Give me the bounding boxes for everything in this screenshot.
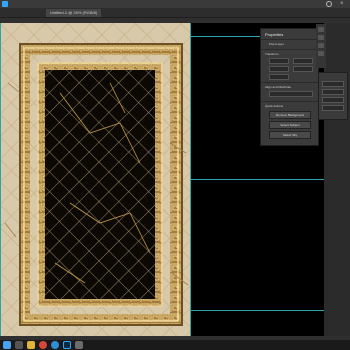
document-tab-label: Untitled-1 @ 25% (RGB/8) (50, 10, 98, 15)
panel-divider (261, 49, 318, 50)
search-icon[interactable] (15, 341, 23, 349)
chrome-icon[interactable] (39, 341, 47, 349)
panel-divider (261, 39, 318, 40)
angle-field[interactable] (269, 74, 289, 80)
remove-background-label: Remove Background (275, 113, 304, 117)
brush-tool-icon[interactable] (318, 35, 324, 40)
select-sky-button[interactable]: Select Sky (269, 131, 311, 139)
height-field[interactable] (293, 58, 313, 64)
paragraph-hyphenate-field[interactable] (322, 105, 344, 111)
windows-start-icon[interactable] (3, 341, 11, 349)
select-sky-label: Select Sky (282, 133, 298, 137)
panel-divider (261, 82, 318, 83)
paragraph-panel (318, 72, 348, 120)
application-menu-bar: × (0, 0, 350, 8)
paragraph-indent-field[interactable] (322, 89, 344, 95)
store-icon[interactable] (75, 341, 83, 349)
select-subject-button[interactable]: Select Subject (269, 121, 311, 129)
properties-panel-title: Properties (265, 32, 284, 37)
file-explorer-icon[interactable] (27, 341, 35, 349)
edge-icon[interactable] (51, 341, 59, 349)
guide-vertical-1[interactable] (0, 23, 1, 336)
width-field[interactable] (269, 58, 289, 64)
transform-section-title: Transform (265, 52, 279, 56)
align-buttons-row[interactable] (269, 91, 313, 97)
close-icon[interactable]: × (340, 1, 346, 7)
panel-toolbar (316, 24, 326, 68)
quick-actions-section-title: Quick Actions (265, 104, 284, 108)
rug-artwork (0, 23, 190, 336)
chevron-down-icon[interactable] (318, 51, 324, 56)
y-position-field[interactable] (293, 66, 313, 72)
move-tool-icon[interactable] (318, 27, 324, 32)
search-icon[interactable] (326, 1, 332, 7)
photoshop-icon[interactable] (63, 341, 71, 349)
select-subject-label: Select Subject (280, 123, 300, 127)
document-tab[interactable]: Untitled-1 @ 25% (RGB/8) (46, 9, 102, 17)
panel-divider (261, 101, 318, 102)
properties-panel: Properties Pixel Layer Transform Align a… (260, 28, 319, 146)
type-tool-icon[interactable] (318, 43, 324, 48)
paragraph-spacing-field[interactable] (322, 97, 344, 103)
x-position-field[interactable] (269, 66, 289, 72)
paragraph-align-row[interactable] (322, 81, 344, 87)
guide-horizontal-2[interactable] (190, 179, 324, 180)
remove-background-button[interactable]: Remove Background (269, 111, 311, 119)
right-panel-dock (324, 23, 350, 336)
guide-horizontal-3[interactable] (190, 310, 324, 311)
pixel-layer-label: Pixel Layer (269, 42, 284, 46)
align-section-title: Align and Distribute (265, 85, 292, 89)
photoshop-icon[interactable] (2, 1, 8, 7)
